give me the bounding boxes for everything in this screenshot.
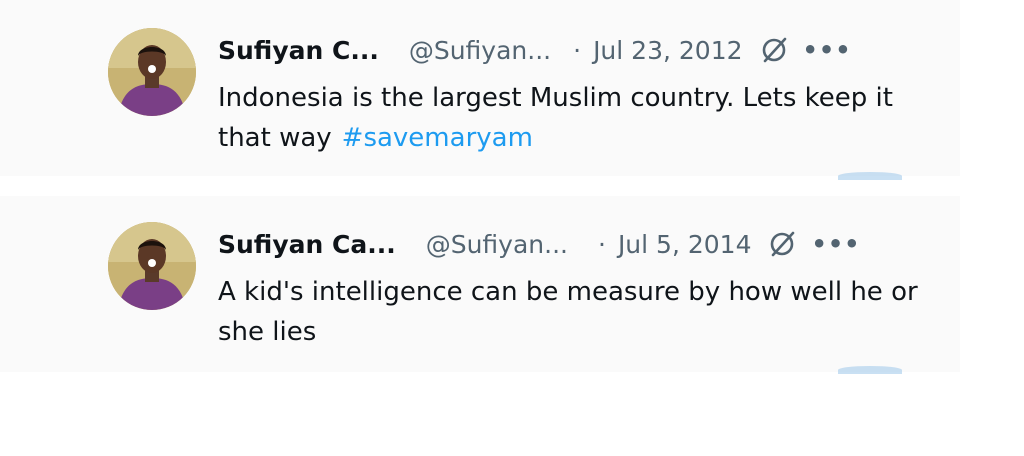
grok-icon[interactable] [759,35,789,65]
user-handle[interactable]: @Sufiyan... [409,36,551,65]
partial-avatar-edge [838,172,902,180]
tweet-text: Indonesia is the largest Muslim country.… [218,78,938,158]
avatar[interactable] [108,222,196,310]
hashtag-link[interactable]: #savemaryam [342,123,533,153]
tweet-header: Sufiyan Ca... @Sufiyan... · Jul 5, 2014 … [218,224,861,264]
display-name[interactable]: Sufiyan Ca... [218,230,396,259]
tweet-body: Indonesia is the largest Muslim country.… [218,83,893,153]
display-name[interactable]: Sufiyan C... [218,36,379,65]
tweet[interactable]: Sufiyan Ca... @Sufiyan... · Jul 5, 2014 … [0,208,960,368]
tweet-header: Sufiyan C... @Sufiyan... · Jul 23, 2012 … [218,30,852,70]
tweet-body: A kid's intelligence can be measure by h… [218,277,918,347]
avatar[interactable] [108,28,196,116]
more-icon[interactable]: ••• [811,232,860,256]
partial-avatar-edge [838,366,902,374]
tweet[interactable]: Sufiyan C... @Sufiyan... · Jul 23, 2012 … [0,14,960,174]
tweet-text: A kid's intelligence can be measure by h… [218,272,938,352]
tweet-date[interactable]: Jul 5, 2014 [618,230,752,259]
separator-dot: · [573,35,582,65]
separator-dot: · [597,229,606,259]
grok-icon[interactable] [767,229,797,259]
user-handle[interactable]: @Sufiyan... [426,230,568,259]
more-icon[interactable]: ••• [803,38,852,62]
tweet-date[interactable]: Jul 23, 2012 [593,36,742,65]
screenshot-frame: Sufiyan C... @Sufiyan... · Jul 23, 2012 … [0,0,1024,456]
